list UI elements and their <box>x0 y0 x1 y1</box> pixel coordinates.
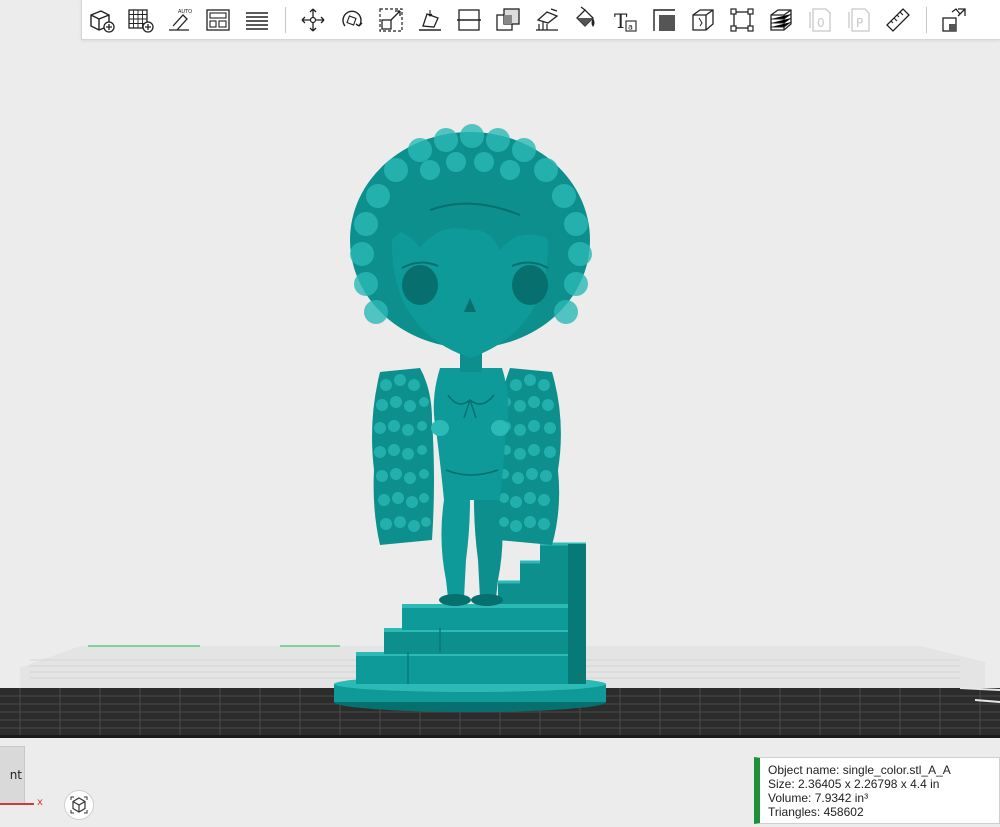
view-cube-button[interactable] <box>64 790 94 820</box>
model-left-leg <box>441 500 470 598</box>
toolbar-separator <box>926 6 927 33</box>
auto-label: AUTO <box>178 9 192 15</box>
object-size: Size: 2.36405 x 2.26798 x 4.4 in <box>768 777 940 791</box>
move-button[interactable] <box>296 4 329 36</box>
assembly-button[interactable] <box>937 4 970 36</box>
left-panel-label: nt <box>9 768 22 782</box>
text-emboss-button[interactable]: T a <box>608 4 641 36</box>
cut-icon <box>456 8 481 31</box>
support-paint-icon <box>535 7 558 31</box>
cut-button[interactable] <box>452 4 485 36</box>
x-axis-line <box>0 803 34 805</box>
boolean-button[interactable] <box>491 4 524 36</box>
variable-layer-icon <box>769 8 792 31</box>
zero-glyph: 0 <box>817 16 825 30</box>
view-cube-icon <box>70 796 88 814</box>
lay-on-face-button[interactable] <box>413 4 446 36</box>
model-right-hand <box>491 420 509 436</box>
object-plate-icon: P <box>847 7 870 32</box>
ruler-button[interactable] <box>881 4 914 36</box>
assembly-icon <box>941 7 966 32</box>
lay-on-face-icon <box>418 9 441 31</box>
fit-frame-button[interactable] <box>725 4 758 36</box>
rotate-icon <box>341 10 362 27</box>
model-feather-coat-left <box>372 368 434 545</box>
model-left-eye <box>402 265 438 305</box>
seam-icon <box>652 8 675 31</box>
ruler-icon <box>885 7 910 32</box>
object-info-panel: Object name: single_color.stl_A_A Size: … <box>754 757 1000 824</box>
object-volume: Volume: 7.9342 in³ <box>768 791 869 805</box>
svg-text:a: a <box>628 22 633 31</box>
toolbar-separator <box>285 6 286 33</box>
arrange-button[interactable] <box>201 4 234 36</box>
3d-viewport[interactable] <box>0 41 1000 827</box>
left-panel-tab[interactable]: nt <box>0 746 25 804</box>
object-zero-icon: 0 <box>808 7 831 32</box>
move-icon <box>301 8 324 31</box>
main-toolbar: AUTO T a 0 P <box>81 0 1000 40</box>
plate-glyph: P <box>856 16 863 30</box>
add-object-button[interactable] <box>84 4 117 36</box>
add-object-icon <box>89 9 115 33</box>
rotate-button[interactable] <box>335 4 368 36</box>
layers-list-button[interactable] <box>240 4 273 36</box>
object-zero-button[interactable]: 0 <box>803 4 836 36</box>
text-emboss-icon: T a <box>614 9 637 33</box>
model-left-hand <box>431 420 449 436</box>
add-plate-button[interactable] <box>123 4 156 36</box>
model-right-eye <box>512 265 548 305</box>
measure-cube-button[interactable] <box>686 4 719 36</box>
model-left-shoe <box>439 594 471 606</box>
measure-cube-icon <box>691 8 714 31</box>
variable-layer-button[interactable] <box>764 4 797 36</box>
auto-orient-icon: AUTO <box>168 9 192 31</box>
seam-button[interactable] <box>647 4 680 36</box>
object-triangles: Triangles: 458602 <box>768 805 864 819</box>
layers-list-icon <box>245 11 268 30</box>
color-paint-icon <box>575 5 594 27</box>
x-axis-label: x <box>37 797 43 808</box>
3d-model-figure[interactable] <box>334 124 606 712</box>
plate-front-edge <box>0 735 1000 738</box>
object-name: Object name: single_color.stl_A_A <box>768 763 951 777</box>
scale-icon <box>378 7 403 32</box>
fit-frame-icon <box>729 7 754 32</box>
arrange-icon <box>205 8 230 31</box>
auto-orient-button[interactable]: AUTO <box>162 4 195 36</box>
add-plate-icon <box>127 8 154 33</box>
color-paint-button[interactable] <box>569 4 602 36</box>
boolean-icon <box>495 7 520 31</box>
model-right-shoe <box>471 594 503 606</box>
stair-step-1 <box>356 652 586 684</box>
object-plate-button[interactable]: P <box>842 4 875 36</box>
scale-button[interactable] <box>374 4 407 36</box>
support-paint-button[interactable] <box>530 4 563 36</box>
